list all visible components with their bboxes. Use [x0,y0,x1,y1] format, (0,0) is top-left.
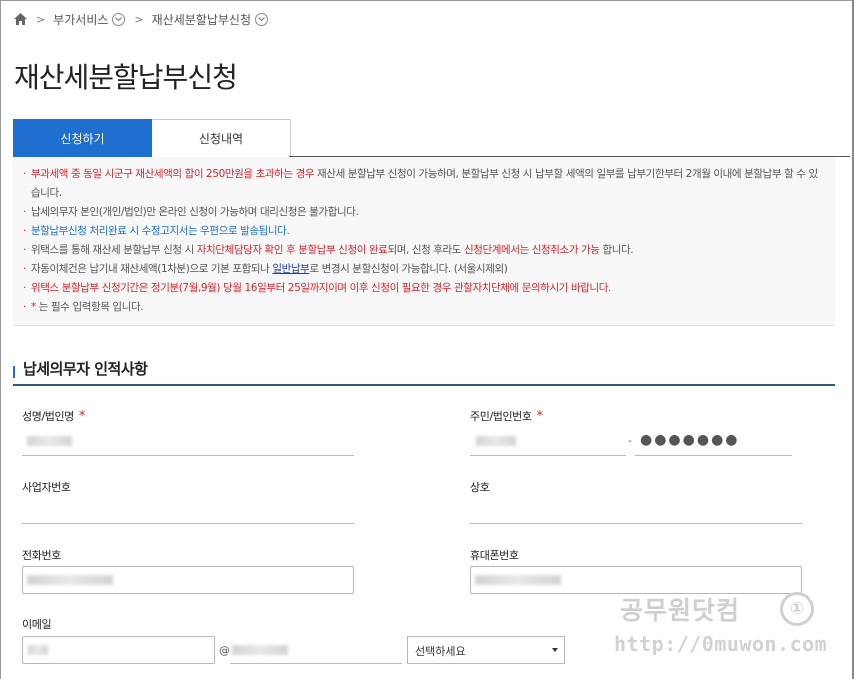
id-back-masked: ●●●●●●● [640,432,740,448]
email-id-input[interactable] [22,636,215,664]
email-domain-redacted [232,645,288,655]
breadcrumb-item-service[interactable]: 부가서비스 [53,11,126,28]
id-front-redacted [476,436,516,446]
tab-bar: 신청하기 신청내역 [13,119,291,157]
tab-history[interactable]: 신청내역 [152,119,291,157]
phone-label: 전화번호 [22,549,61,562]
chevron-right-icon: > [134,12,144,26]
breadcrumb: > 부가서비스 > 재산세분할납부신청 [14,10,269,28]
email-domain-select-value: 선택하세요 [415,645,466,658]
phone-value-redacted [27,575,113,585]
section-header: 납세의무자 인적사항 [13,354,835,386]
breadcrumb-label: 재산세분할납부신청 [151,12,252,27]
section-marker [13,366,15,378]
watermark-logo-icon: ① [780,592,814,626]
business-number-label: 사업자번호 [22,481,71,494]
mobile-label: 휴대폰번호 [470,549,519,562]
chevron-right-icon: > [36,12,46,26]
name-field[interactable] [22,455,354,456]
breadcrumb-item-current[interactable]: 재산세분할납부신청 [151,11,269,28]
id-number-label: 주민/법인번호 * [470,409,543,424]
chevron-down-icon[interactable] [255,12,269,26]
id-front-field[interactable] [470,455,626,456]
mobile-value-redacted [475,575,561,585]
name-label: 성명/법인명 * [22,409,86,424]
watermark-url: http://0muwon.com [614,632,828,656]
id-dash: - [628,434,632,447]
notice-box: 부과세액 중 동일 시군구 재산세액의 합이 250만원을 초과하는 경우 재산… [13,157,835,326]
email-domain-select[interactable]: 선택하세요 [407,636,565,664]
email-at-sign: @ [219,644,230,657]
email-id-redacted [28,645,48,655]
notice-item: 위택스 분할납부 신청기간은 정기분(7월,9월) 당월 16일부터 25일까지… [23,279,825,298]
section-title: 납세의무자 인적사항 [23,360,148,378]
page-title: 재산세분할납부신청 [14,61,238,94]
id-back-field[interactable] [635,455,792,456]
email-domain-input[interactable] [230,663,402,664]
notice-item: * 는 필수 입력항목 입니다. [23,298,825,317]
tab-apply[interactable]: 신청하기 [13,119,152,157]
email-label: 이메일 [22,618,52,631]
chevron-down-icon[interactable] [112,12,126,26]
breadcrumb-label: 부가서비스 [53,12,109,27]
company-field[interactable] [470,523,802,524]
notice-item: 위택스를 통해 재산세 분할납부 신청 시 자치단체담당자 확인 후 분할납부 … [23,241,825,260]
watermark-text: 공무원닷컴 [620,596,741,625]
business-number-field[interactable] [22,523,354,524]
phone-input[interactable] [22,566,354,594]
name-value-redacted [27,436,72,446]
general-payment-link[interactable]: 일반납부 [272,263,309,275]
notice-item: 분할납부신청 처리완료 시 수정고지서는 우편으로 발송됩니다. [23,222,825,241]
notice-item: 자동이체건은 납기내 재산세액(1차분)으로 기본 포함되나 일반납부로 변경시… [23,260,825,279]
company-label: 상호 [470,481,490,494]
dropdown-arrow-icon [552,648,558,652]
home-icon[interactable] [14,13,27,25]
notice-item: 부과세액 중 동일 시군구 재산세액의 합이 250만원을 초과하는 경우 재산… [23,165,825,203]
notice-item: 납세의무자 본인(개인/법인)만 온라인 신청이 가능하며 대리신청은 불가합니… [23,203,825,222]
mobile-input[interactable] [470,566,802,594]
